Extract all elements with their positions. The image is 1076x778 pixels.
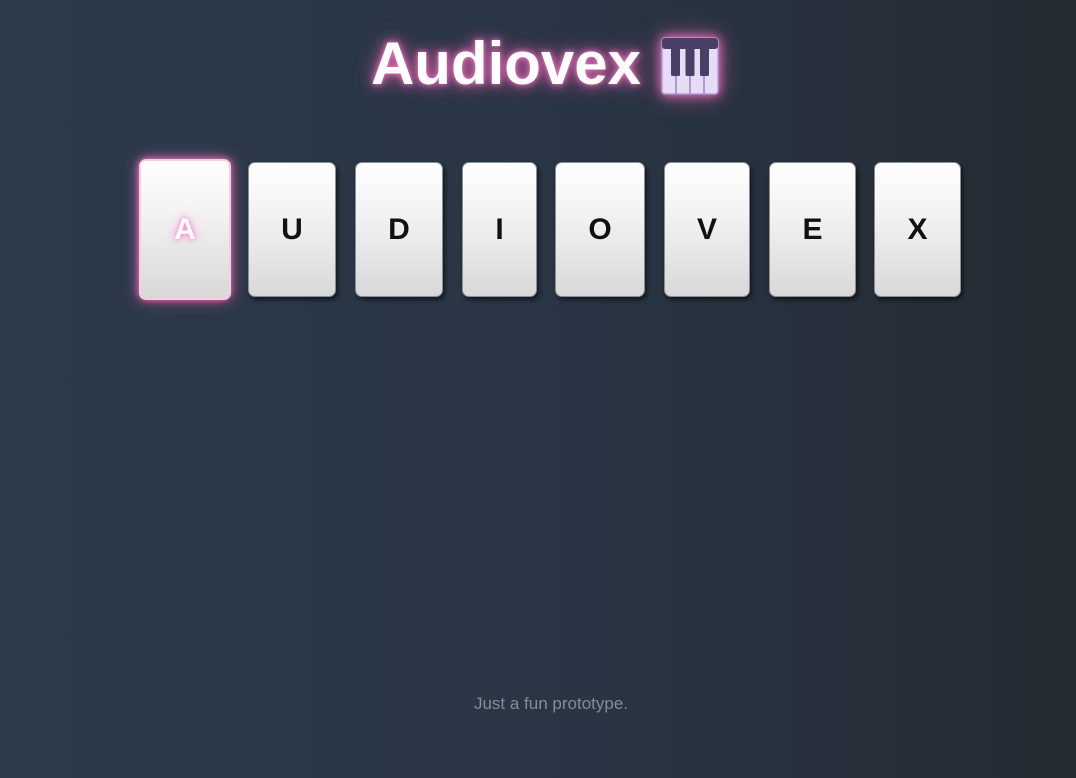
tile-d[interactable]: D: [355, 162, 443, 297]
tile-a[interactable]: A: [139, 159, 231, 300]
tile-x[interactable]: X: [874, 162, 961, 297]
tile-u[interactable]: U: [248, 162, 336, 297]
piano-keyboard-icon: [661, 37, 719, 95]
footer-text: Just a fun prototype.: [473, 694, 629, 713]
tile-letter: U: [281, 212, 303, 246]
letter-tiles: A U D I O V E X: [0, 159, 1076, 309]
tile-i[interactable]: I: [462, 162, 537, 297]
tile-letter: D: [388, 212, 410, 246]
tile-letter: I: [495, 212, 504, 246]
app-title: Audiovex: [370, 30, 642, 97]
header: Audiovex: [0, 28, 1076, 100]
tile-letter: X: [907, 212, 928, 246]
tile-o[interactable]: O: [555, 162, 645, 297]
footer: Just a fun prototype.: [0, 694, 1076, 714]
tile-v[interactable]: V: [664, 162, 750, 297]
tile-e[interactable]: E: [769, 162, 856, 297]
tile-letter: A: [174, 212, 196, 246]
tile-letter: V: [696, 212, 717, 246]
tile-letter: O: [588, 212, 612, 246]
tile-letter: E: [802, 212, 823, 246]
